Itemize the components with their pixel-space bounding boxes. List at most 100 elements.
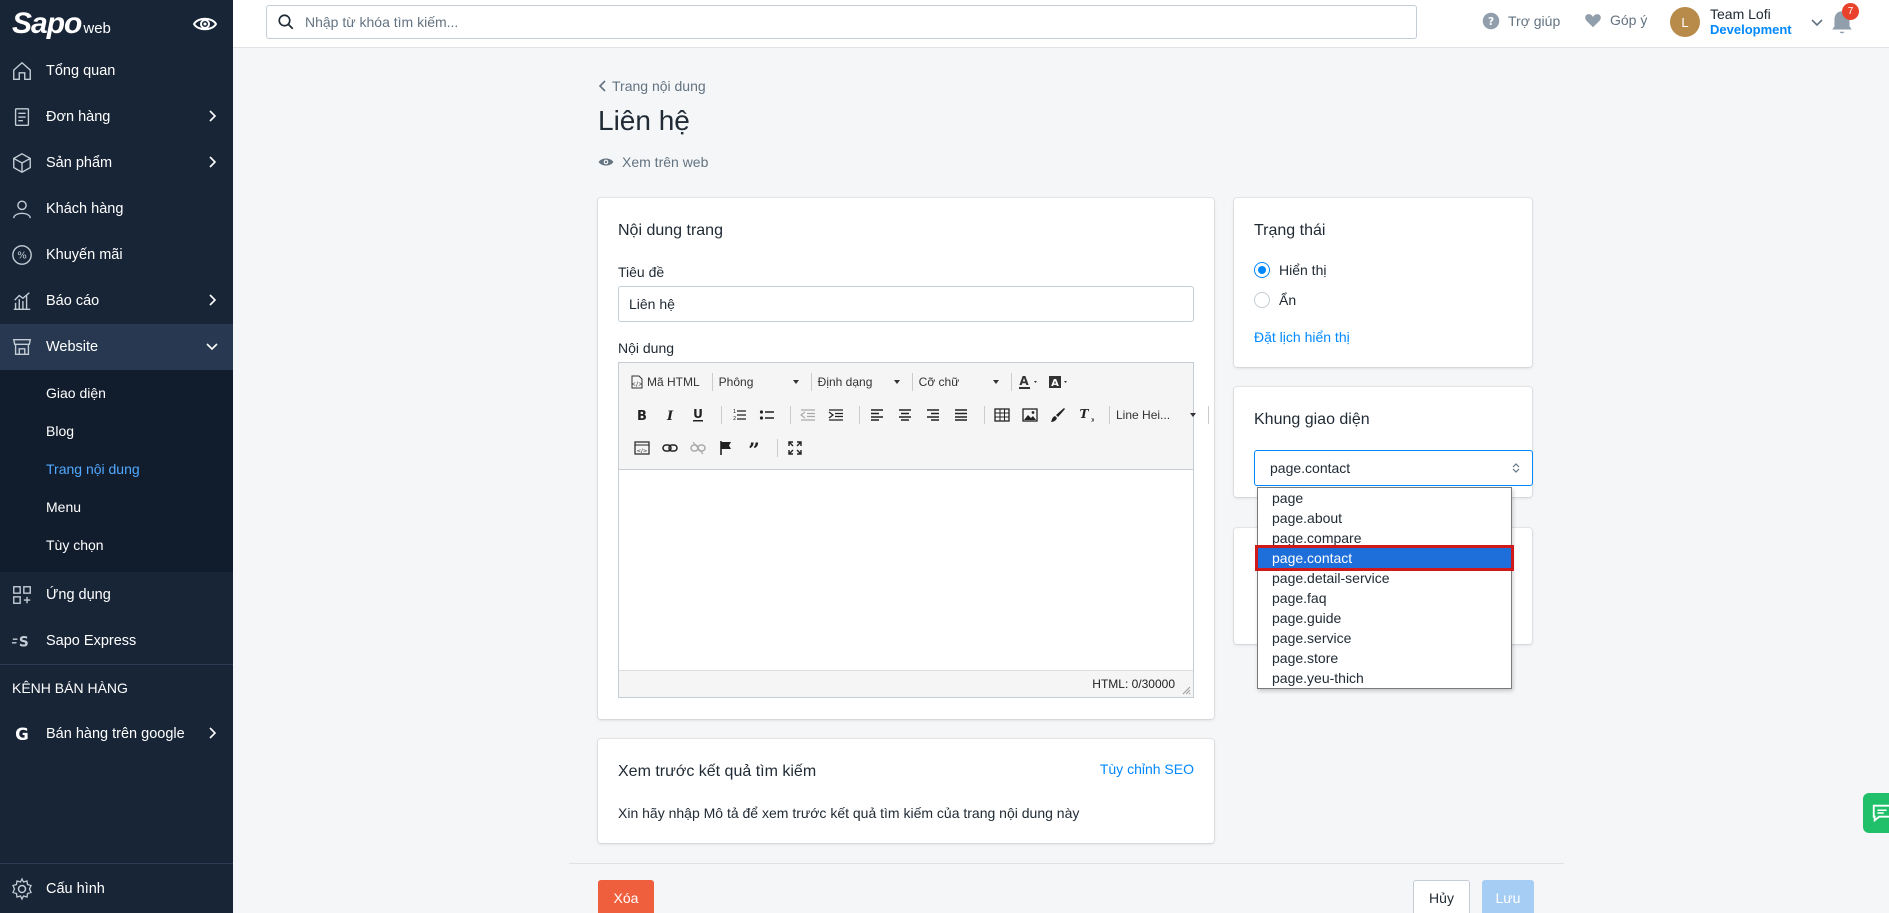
user-menu[interactable]: L Team Lofi Development xyxy=(1670,6,1824,38)
radio-hidden[interactable]: Ẩn xyxy=(1254,292,1296,308)
dropdown-option-selected[interactable]: page.contact xyxy=(1255,545,1514,571)
image-button[interactable] xyxy=(1019,404,1041,426)
editor-status-bar: HTML: 0/30000 xyxy=(619,670,1193,697)
sapo-logo[interactable]: Sapo web xyxy=(0,0,233,48)
cancel-button[interactable]: Hủy xyxy=(1413,880,1470,913)
italic-icon: I xyxy=(666,409,674,422)
dropdown-option[interactable]: page.service xyxy=(1258,628,1511,648)
feedback-link[interactable]: Góp ý xyxy=(1584,12,1647,28)
sidebar-item-orders[interactable]: Đơn hàng xyxy=(0,94,233,140)
unlink-button[interactable] xyxy=(687,437,709,459)
sidebar-item-sapo-express[interactable]: S Sapo Express xyxy=(0,618,233,664)
title-input[interactable]: Liên hệ xyxy=(618,286,1194,322)
search-icon xyxy=(278,14,294,30)
template-select[interactable]: page.contact xyxy=(1254,450,1533,486)
html-source-button[interactable]: </> Mã HTML xyxy=(631,371,700,393)
view-on-web-label: Xem trên web xyxy=(622,154,709,170)
svg-text:%: % xyxy=(17,251,27,262)
toolbar-separator xyxy=(721,406,722,424)
search-input[interactable] xyxy=(305,14,1305,30)
eye-icon[interactable] xyxy=(193,12,217,36)
font-size-dropdown[interactable]: Cỡ chữ xyxy=(919,375,999,389)
text-color-button[interactable]: A xyxy=(1018,371,1042,393)
align-left-button[interactable] xyxy=(866,404,888,426)
save-button[interactable]: Lưu xyxy=(1482,880,1534,913)
dropdown-option[interactable]: page.guide xyxy=(1258,608,1511,628)
content-field-label: Nội dung xyxy=(618,340,675,356)
subnav-item-preferences[interactable]: Tùy chọn xyxy=(0,526,233,564)
fullscreen-icon xyxy=(788,441,802,455)
clear-format-icon: Tx xyxy=(1080,407,1094,423)
sidebar-item-label: Bán hàng trên google xyxy=(46,726,185,742)
italic-button[interactable]: I xyxy=(659,404,681,426)
rich-text-editor: </> Mã HTML Phông Định dạng Cỡ chữ A A B… xyxy=(618,362,1209,698)
align-right-button[interactable] xyxy=(922,404,944,426)
box-icon xyxy=(13,153,31,173)
brush-icon xyxy=(1051,408,1065,422)
dropdown-option[interactable]: page.detail-service xyxy=(1258,568,1511,588)
indent-button[interactable] xyxy=(825,404,847,426)
sidebar-item-products[interactable]: Sản phẩm xyxy=(0,140,233,186)
seo-preview-card: Xem trước kết quả tìm kiếm Tùy chỉnh SEO… xyxy=(598,739,1214,843)
dropdown-option[interactable]: page.compare xyxy=(1258,528,1511,548)
order-icon xyxy=(14,108,30,126)
dropdown-option[interactable]: page.faq xyxy=(1258,588,1511,608)
align-justify-button[interactable] xyxy=(950,404,972,426)
help-link[interactable]: ? Trợ giúp xyxy=(1482,12,1560,30)
sidebar-item-overview[interactable]: Tổng quan xyxy=(0,48,233,94)
view-on-web-link[interactable]: Xem trên web xyxy=(598,154,708,170)
schedule-visibility-link[interactable]: Đặt lịch hiển thị xyxy=(1254,329,1350,345)
outdent-button[interactable] xyxy=(797,404,819,426)
bold-button[interactable]: B xyxy=(631,404,653,426)
table-button[interactable] xyxy=(991,404,1013,426)
dropdown-option[interactable]: page xyxy=(1258,488,1511,508)
chat-widget-button[interactable] xyxy=(1863,793,1889,833)
breadcrumb[interactable]: Trang nội dung xyxy=(598,78,706,94)
radio-visible[interactable]: Hiển thị xyxy=(1254,262,1326,278)
sidebar-item-google[interactable]: G Bán hàng trên google xyxy=(0,711,233,757)
subnav-item-pages[interactable]: Trang nội dung xyxy=(0,450,233,488)
clear-format-button[interactable]: Tx xyxy=(1075,404,1097,426)
template-card: Khung giao diện page.contact xyxy=(1234,387,1533,497)
blockquote-button[interactable]: ” xyxy=(743,437,765,459)
underline-button[interactable]: U xyxy=(687,404,709,426)
format-painter-button[interactable] xyxy=(1047,404,1069,426)
subnav-item-theme[interactable]: Giao diện xyxy=(0,374,233,412)
line-height-dropdown[interactable]: Line Hei... xyxy=(1116,408,1196,422)
seo-card-title: Xem trước kết quả tìm kiếm xyxy=(618,763,817,780)
customize-seo-link[interactable]: Tùy chỉnh SEO xyxy=(1100,761,1194,777)
svg-text:S: S xyxy=(19,635,29,651)
subnav-item-menu[interactable]: Menu xyxy=(0,488,233,526)
sidebar-item-settings[interactable]: Cấu hình xyxy=(0,863,233,913)
format-dropdown-label: Định dạng xyxy=(817,375,873,389)
dropdown-option[interactable]: page.store xyxy=(1258,648,1511,668)
sidebar-item-website[interactable]: Website xyxy=(0,324,233,370)
editor-content-area[interactable] xyxy=(619,470,1193,670)
dropdown-option[interactable]: page.yeu-thich xyxy=(1258,668,1511,688)
bullet-list-button[interactable] xyxy=(756,404,778,426)
anchor-button[interactable] xyxy=(715,437,737,459)
subnav-item-blog[interactable]: Blog xyxy=(0,412,233,450)
format-dropdown[interactable]: Định dạng xyxy=(818,375,900,389)
svg-text:A: A xyxy=(1051,378,1059,389)
align-left-icon xyxy=(871,409,883,421)
embed-code-button[interactable]: </> xyxy=(631,437,653,459)
radio-visible-label: Hiển thị xyxy=(1279,262,1327,278)
fullscreen-button[interactable] xyxy=(784,437,806,459)
search-box[interactable] xyxy=(266,5,1417,39)
sidebar-item-customers[interactable]: Khách hàng xyxy=(0,186,233,232)
font-dropdown[interactable]: Phông xyxy=(719,375,799,389)
toolbar-separator xyxy=(911,373,913,391)
resize-handle-icon[interactable] xyxy=(1182,686,1191,695)
dropdown-option[interactable]: page.about xyxy=(1258,508,1511,528)
sidebar-item-apps[interactable]: Ứng dụng xyxy=(0,572,233,618)
ordered-list-button[interactable]: 12 xyxy=(728,404,750,426)
delete-button[interactable]: Xóa xyxy=(598,880,654,913)
sidebar-item-promotions[interactable]: % Khuyến mãi xyxy=(0,232,233,278)
sidebar-item-reports[interactable]: Báo cáo xyxy=(0,278,233,324)
background-color-button[interactable]: A xyxy=(1048,371,1072,393)
align-center-button[interactable] xyxy=(894,404,916,426)
apps-icon xyxy=(13,586,31,604)
svg-text:I: I xyxy=(666,409,674,422)
link-button[interactable] xyxy=(659,437,681,459)
